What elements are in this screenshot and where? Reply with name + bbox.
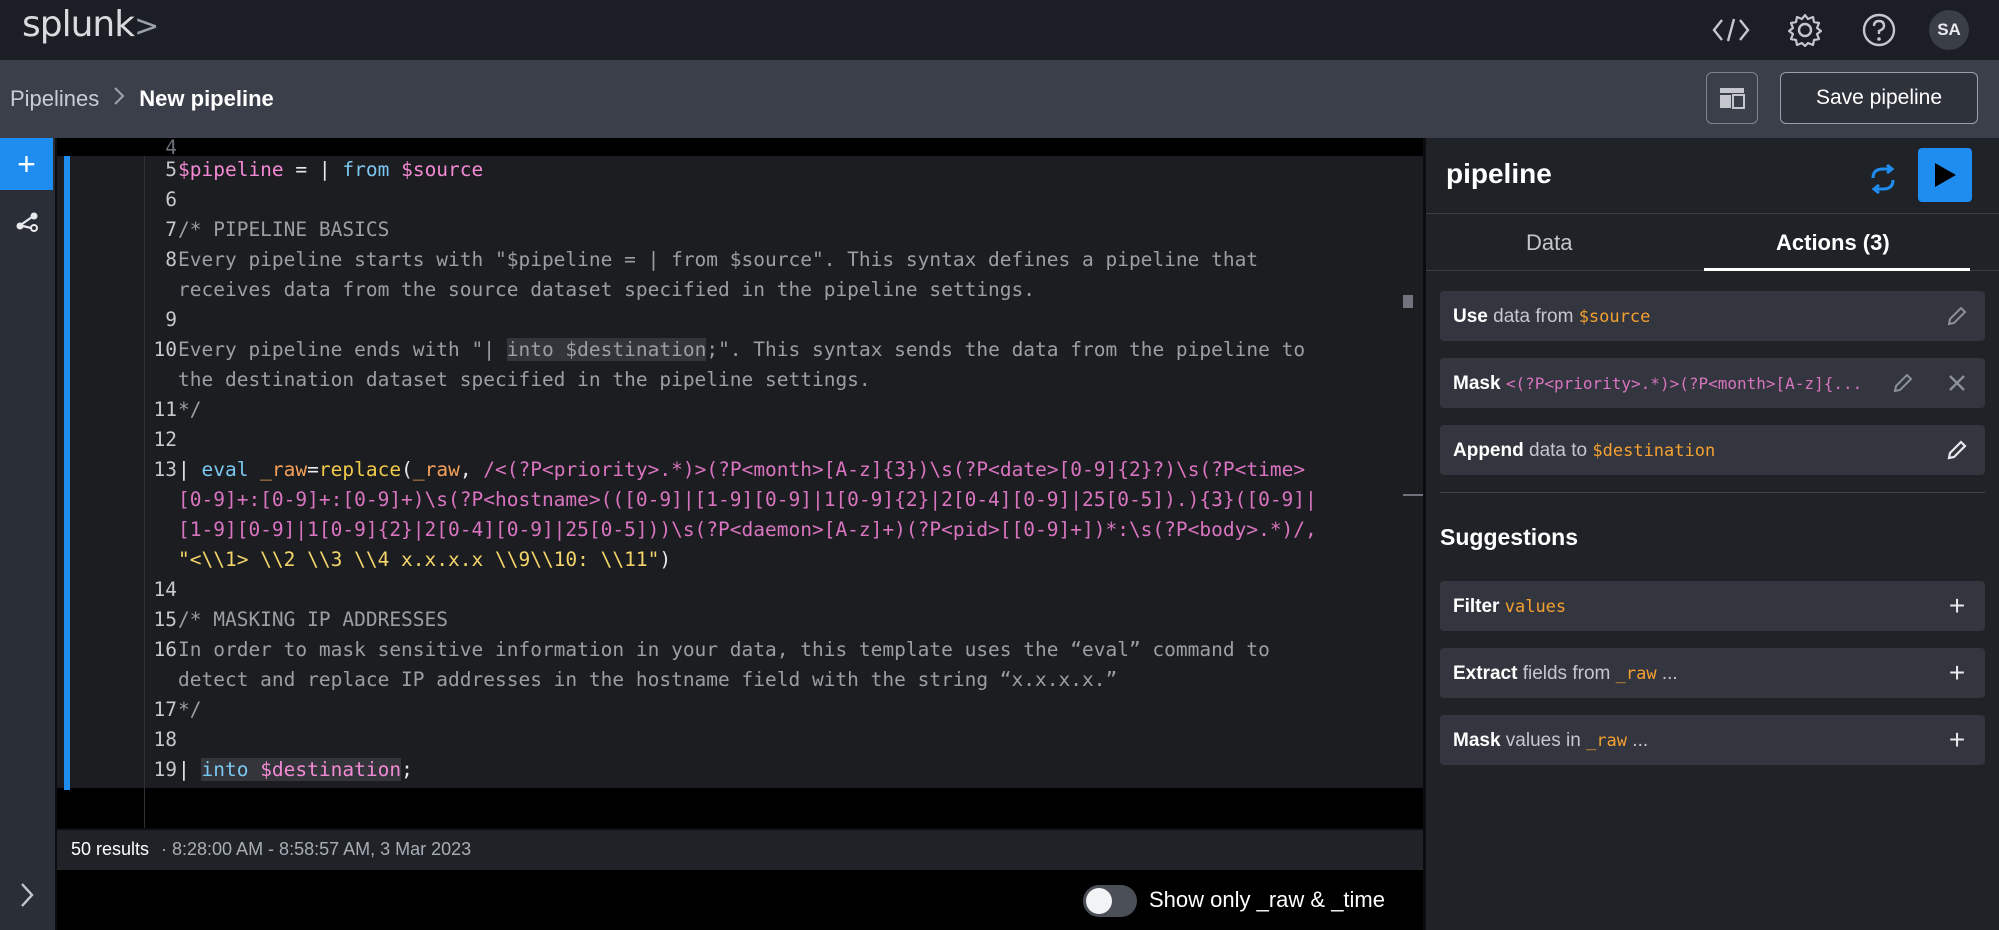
show-raw-time-toggle[interactable] [1083, 885, 1137, 917]
results-status-bar: 50 results · 8:28:00 AM - 8:58:57 AM, 3 … [57, 830, 1423, 870]
plus-icon[interactable]: + [1944, 592, 1970, 620]
suggestions-title: Suggestions [1440, 524, 1579, 550]
line-number: 7 [165, 218, 177, 241]
code-line-13d: "<\\1> \\2 \\3 \\4 x.x.x.x \\9\\10: \\11… [178, 548, 672, 571]
logo-mark: > [134, 9, 159, 44]
save-pipeline-button[interactable]: Save pipeline [1780, 72, 1978, 124]
plus-icon[interactable]: + [1944, 726, 1970, 754]
line-number: 13 [153, 458, 177, 481]
code-line-15: /* MASKING IP ADDRESSES [178, 608, 449, 631]
code-icon[interactable] [1707, 6, 1755, 54]
line-number: 16 [153, 638, 177, 661]
avatar[interactable]: SA [1929, 10, 1969, 50]
help-icon[interactable] [1855, 6, 1903, 54]
panel-title: pipeline [1446, 158, 1552, 189]
chevron-right-icon [113, 86, 125, 112]
code-line-11: */ [178, 398, 202, 421]
line-number: 9 [165, 308, 177, 331]
breadcrumb-bar: Pipelines New pipeline Save pipeline [0, 60, 1999, 138]
code-line-8b: receives data from the source dataset sp… [178, 278, 1036, 301]
line-number: 5 [165, 158, 177, 181]
top-icons: SA [1707, 6, 1969, 54]
layout-icon [1720, 88, 1745, 109]
sync-button[interactable] [1858, 154, 1908, 204]
toggle-knob [1086, 888, 1112, 914]
section-divider [1440, 492, 1985, 493]
code-editor[interactable]: 4 5 6 7 8 9 10 11 12 13 14 15 16 17 18 1… [57, 136, 1423, 828]
active-block-indicator [64, 156, 70, 790]
pipeline-flow-button[interactable] [0, 198, 53, 244]
expand-rail-button[interactable] [0, 872, 53, 918]
line-number: 4 [165, 136, 177, 159]
page-title: New pipeline [139, 86, 274, 111]
line-number: 12 [153, 428, 177, 451]
result-count: 50 results [71, 839, 150, 859]
line-number: 10 [153, 338, 177, 361]
tab-data[interactable]: Data [1526, 230, 1572, 256]
code-line-7: /* PIPELINE BASICS [178, 218, 390, 241]
preview-toolbar: Show only _raw & _time [57, 870, 1423, 930]
code-line-5: $pipeline = | from $source [178, 158, 484, 181]
logo-text: splunk [22, 4, 135, 45]
code-line-13c: [1-9][0-9]|1[0-9]{2}|2[0-4][0-9]|25[0-5]… [178, 518, 1317, 541]
suggestion-extract[interactable]: Extract fields from _raw ... + [1440, 648, 1985, 698]
breadcrumb: Pipelines New pipeline [10, 86, 274, 112]
pencil-icon[interactable] [1944, 303, 1970, 329]
play-icon [1935, 163, 1956, 187]
panel-divider [1426, 213, 1999, 214]
active-tab-indicator [1704, 268, 1970, 271]
splunk-logo[interactable]: splunk> [22, 4, 159, 45]
code-line-16a: In order to mask sensitive information i… [178, 638, 1270, 661]
code-line-17: */ [178, 698, 202, 721]
suggestion-mask[interactable]: Mask values in _raw ... + [1440, 715, 1985, 765]
close-icon[interactable] [1944, 370, 1970, 396]
flow-icon [16, 212, 38, 232]
action-row-mask[interactable]: Mask <(?P<priority>.*)>(?P<month>[A-z]{.… [1440, 358, 1985, 408]
tab-actions[interactable]: Actions (3) [1776, 230, 1890, 256]
minimap-marker [1403, 295, 1413, 308]
pipeline-panel: pipeline Data Actions (3) Use data from … [1426, 138, 1999, 930]
plus-icon[interactable]: + [1944, 659, 1970, 687]
toggle-label: Show only _raw & _time [1149, 887, 1385, 912]
line-number: 15 [153, 608, 177, 631]
code-line-13b: [0-9]+:[0-9]+:[0-9]+)\s(?P<hostname>(([0… [178, 488, 1317, 511]
sync-icon [1871, 164, 1895, 194]
line-number: 17 [153, 698, 177, 721]
breadcrumb-pipelines[interactable]: Pipelines [10, 86, 99, 112]
left-rail: + [0, 138, 55, 930]
pencil-icon[interactable] [1890, 370, 1916, 396]
suggestion-filter[interactable]: Filter values + [1440, 581, 1985, 631]
line-number: 6 [165, 188, 177, 211]
code-line-13a: | eval _raw=replace(_raw, /<(?P<priority… [178, 458, 1306, 481]
code-line-10b: the destination dataset specified in the… [178, 368, 871, 391]
code-line-19: | into $destination; [178, 758, 413, 781]
code-line-8a: Every pipeline starts with "$pipeline = … [178, 248, 1259, 271]
line-number: 18 [153, 728, 177, 751]
code-line-10a: Every pipeline ends with "| into $destin… [178, 338, 1306, 361]
line-number: 8 [165, 248, 177, 271]
pencil-icon[interactable] [1944, 437, 1970, 463]
action-row-append[interactable]: Append data to $destination [1440, 425, 1985, 475]
minimap-marker [1403, 494, 1423, 496]
gear-icon[interactable] [1781, 6, 1829, 54]
top-bar: splunk> SA [0, 0, 1999, 60]
layout-toggle-button[interactable] [1706, 72, 1758, 124]
line-number: 11 [153, 398, 177, 421]
run-button[interactable] [1918, 148, 1972, 202]
chevron-right-icon [20, 883, 34, 907]
time-range: · 8:28:00 AM - 8:58:57 AM, 3 Mar 2023 [161, 839, 472, 859]
code-line-16b: detect and replace IP addresses in the h… [178, 668, 1118, 691]
line-number: 14 [153, 578, 177, 601]
line-number: 19 [153, 758, 177, 781]
action-row-use[interactable]: Use data from $source [1440, 291, 1985, 341]
add-button[interactable]: + [0, 138, 53, 190]
